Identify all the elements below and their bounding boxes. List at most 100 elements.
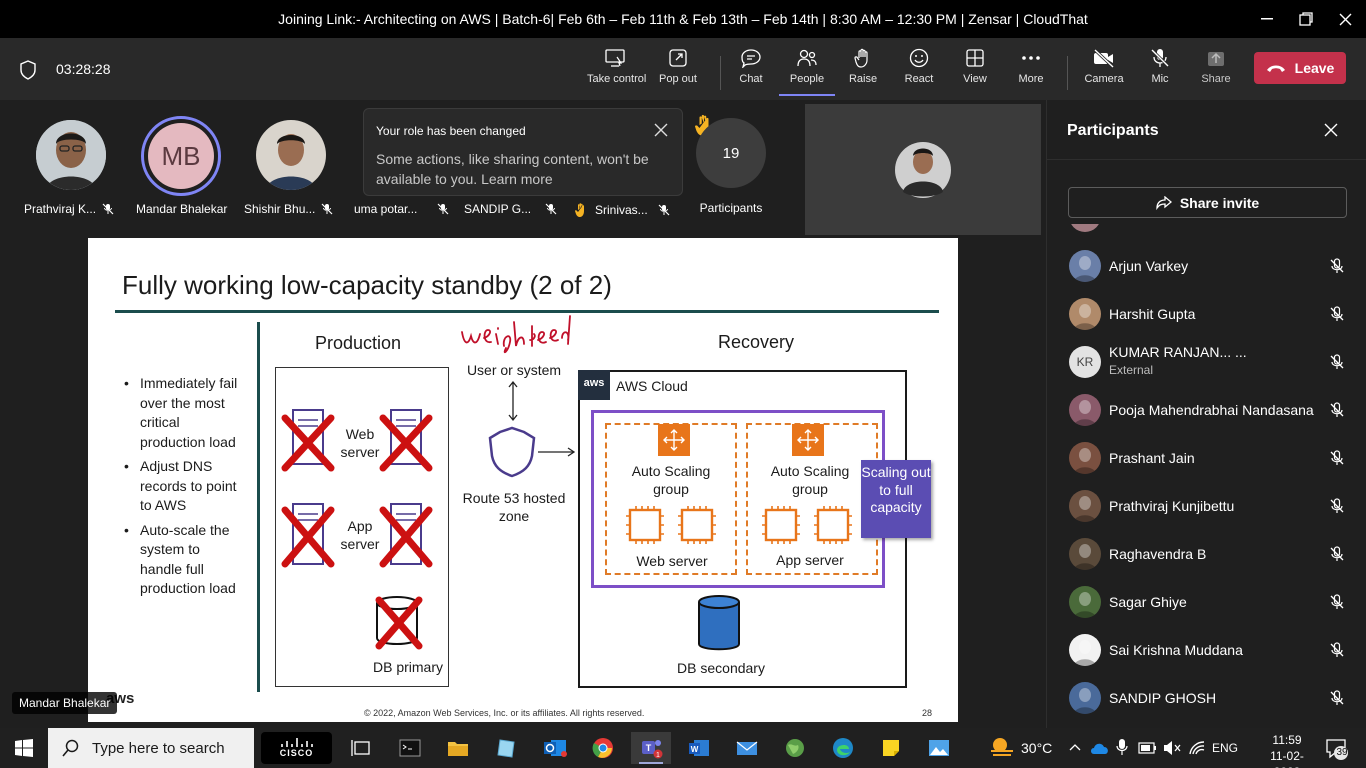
word-app[interactable]: W [679, 732, 719, 764]
chevron-up-icon[interactable] [1069, 742, 1081, 754]
mic-off-icon [1329, 258, 1345, 274]
participant-row[interactable]: Arjun Varkey [1047, 242, 1366, 290]
participant-name: Mandar Bhalekar [136, 202, 228, 216]
raised-hand-icon [575, 203, 584, 217]
onedrive-icon[interactable] [1090, 740, 1110, 756]
share-invite-label: Share invite [1179, 194, 1260, 211]
sticky-notes-app[interactable] [871, 732, 911, 764]
participant-name: Sai Krishna Muddana [1109, 642, 1243, 658]
mail-app[interactable] [727, 732, 767, 764]
share-invite-button[interactable]: Share invite [1068, 187, 1347, 218]
raise-hand-button[interactable]: Raise [835, 48, 891, 96]
take-control-label: Take control [587, 73, 647, 85]
leave-button[interactable]: Leave [1254, 52, 1346, 84]
pop-out-icon [669, 49, 687, 67]
input-language[interactable]: ENG [1212, 741, 1238, 755]
bullet-item: Adjust DNS records to point to AWS [124, 457, 244, 516]
chrome-app[interactable] [583, 732, 623, 764]
video-tile[interactable] [805, 104, 1041, 235]
person-photo-icon [36, 120, 106, 190]
leave-label: Leave [1294, 60, 1335, 76]
microphone-icon[interactable] [1116, 738, 1128, 756]
file-explorer-app[interactable] [438, 732, 478, 764]
mic-off-icon [1329, 450, 1345, 466]
aws-cloud-label: AWS Cloud [616, 378, 688, 394]
participant-row[interactable]: Pooja Mahendrabhai Nandasana [1047, 386, 1366, 434]
participant-row[interactable]: Sagar Ghiye [1047, 578, 1366, 626]
participant-name: Shishir Bhu... [244, 202, 333, 216]
user-or-system-label: User or system [466, 362, 562, 378]
outlook-app[interactable] [535, 732, 575, 764]
participant-row[interactable]: Prathviraj Kunjibettu [1047, 482, 1366, 530]
participant-name: Raghavendra B [1109, 546, 1207, 562]
production-heading: Production [314, 333, 402, 353]
app-asg-label: Auto Scaling group [770, 463, 850, 497]
chat-button[interactable]: Chat [723, 48, 779, 96]
speaker-muted-icon[interactable] [1163, 740, 1181, 756]
participant-name: Prathviraj Kunjibettu [1109, 498, 1235, 514]
edge-icon [833, 738, 853, 758]
share-tray-icon [1208, 52, 1224, 66]
teams-app[interactable]: T1 [631, 732, 671, 764]
avatar[interactable] [36, 120, 106, 190]
participant-row[interactable]: SANDIP GHOSH [1047, 674, 1366, 722]
weather-sun-icon[interactable] [988, 735, 1016, 759]
speaker-name-label: Mandar Bhalekar [12, 692, 118, 714]
maximize-button[interactable] [1291, 6, 1321, 32]
cisco-app[interactable]: CISCO [261, 732, 332, 764]
search-placeholder: Type here to search [92, 739, 225, 757]
minimize-icon [1261, 18, 1273, 20]
avatar[interactable] [256, 120, 326, 190]
people-button[interactable]: People [779, 48, 835, 96]
camera-button[interactable]: Camera [1076, 48, 1132, 96]
taskbar-clock[interactable]: 11:59 11-02-2023 [1263, 732, 1311, 768]
participant-row[interactable]: Raghavendra B [1047, 530, 1366, 578]
teams-icon: T1 [642, 740, 663, 759]
close-panel-icon[interactable] [1323, 122, 1339, 138]
take-control-button[interactable]: Take control [587, 48, 647, 96]
minimize-button[interactable] [1252, 6, 1282, 32]
share-button[interactable]: Share [1188, 48, 1244, 96]
close-window-button[interactable] [1330, 6, 1360, 32]
mic-off-icon [1329, 354, 1345, 370]
start-button[interactable] [4, 732, 44, 764]
participant-row[interactable]: Sai Krishna Muddana [1047, 626, 1366, 674]
camera-label: Camera [1084, 73, 1124, 85]
mic-off-icon [1329, 498, 1345, 514]
react-button[interactable]: React [891, 48, 947, 96]
terminal-app[interactable] [390, 732, 430, 764]
participant-count-badge[interactable]: 19 [696, 118, 766, 188]
notification-message[interactable]: Some actions, like sharing content, won'… [376, 149, 666, 189]
photos-app[interactable] [919, 732, 959, 764]
more-label: More [1018, 73, 1044, 85]
smiley-icon [909, 48, 929, 68]
more-button[interactable]: More [1003, 48, 1059, 96]
close-notification-icon[interactable] [652, 121, 670, 139]
participant-row[interactable]: Harshit Gupta [1047, 290, 1366, 338]
person-photo-icon [256, 120, 326, 190]
participant-row[interactable]: KR KUMAR RANJAN... ... External [1047, 338, 1366, 386]
battery-icon[interactable] [1138, 741, 1158, 755]
participant-count-label: Participants [699, 201, 763, 215]
edge-app[interactable] [823, 732, 863, 764]
avatar [1069, 682, 1101, 714]
participant-name: Arjun Varkey [1109, 258, 1189, 274]
svg-text:W: W [691, 745, 699, 754]
mic-button[interactable]: Mic [1132, 48, 1188, 96]
speaking-avatar[interactable]: MB [141, 116, 221, 196]
mic-off-icon [658, 204, 670, 216]
view-button[interactable]: View [947, 48, 1003, 96]
task-view-button[interactable] [341, 732, 381, 764]
participant-row[interactable]: Prashant Jain [1047, 434, 1366, 482]
photos-icon [929, 740, 949, 756]
notes-app[interactable] [487, 732, 527, 764]
pop-out-button[interactable]: Pop out [650, 48, 706, 96]
svg-text:T: T [646, 743, 652, 753]
wifi-icon[interactable] [1188, 740, 1206, 756]
taskbar-search[interactable]: Type here to search [48, 728, 254, 768]
share-label: Share [1201, 73, 1231, 85]
weather-temperature[interactable]: 30°C [1021, 740, 1052, 756]
shield-icon [20, 60, 36, 80]
maps-app[interactable] [775, 732, 815, 764]
database-icon [698, 595, 740, 651]
